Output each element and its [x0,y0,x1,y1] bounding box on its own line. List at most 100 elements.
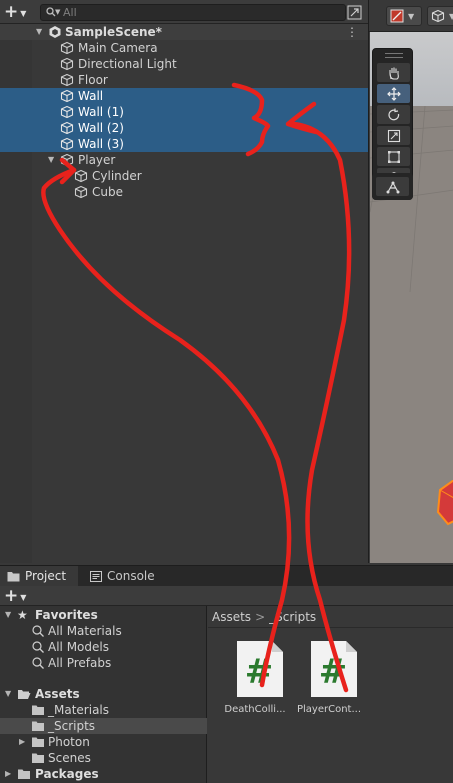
scale-tool-button[interactable] [377,126,410,145]
tree-item-materials[interactable]: _Materials [0,702,207,718]
gameobject-cube-icon [60,73,74,87]
tab-project[interactable]: Project [0,566,78,586]
search-filter-caret-icon: ▼ [55,8,61,16]
gizmo-toggle-button[interactable]: ▼ [386,6,422,26]
scene-name: SampleScene* [65,25,162,39]
breadcrumb-current[interactable]: _Scripts [269,610,316,624]
move-arrows-icon [386,86,401,101]
chevron-down-icon: ▼ [20,8,27,18]
hierarchy-panel: + ▼ ▼ All ▼ SampleScene* ⋮ Main Camera D… [0,0,368,563]
console-icon [90,570,102,582]
search-icon [32,625,44,637]
foldout-collapsed-icon[interactable]: ▶ [5,769,11,778]
tree-item-favorites[interactable]: ▼ ★ Favorites [0,607,207,623]
tree-item-label: Assets [35,687,80,701]
tree-item-label: Photon [48,735,90,749]
hand-icon [388,67,399,80]
gameobject-cube-icon [60,89,74,103]
tree-item-label: All Models [48,640,109,654]
search-icon [32,641,44,653]
chevron-down-icon: ▼ [20,592,27,602]
hierarchy-item-wall-1[interactable]: Wall (1) [0,104,368,120]
hierarchy-item-cylinder[interactable]: Cylinder [0,168,368,184]
tree-item-label: Favorites [35,608,98,622]
move-tool-button[interactable] [377,84,410,103]
tree-item-scripts[interactable]: _Scripts [0,718,207,734]
chevron-right-icon: > [255,609,266,624]
folder-icon [32,721,44,731]
tab-console[interactable]: Console [83,566,163,586]
tree-item-label: All Prefabs [48,656,112,670]
plus-icon: + [4,586,19,606]
hierarchy-toolbar: + ▼ ▼ All [0,0,368,24]
search-icon [32,657,44,669]
tree-item-all-prefabs[interactable]: All Prefabs [0,655,207,671]
chevron-down-icon: ▼ [408,11,415,21]
svg-text:#: # [245,652,274,692]
gameobject-cube-icon [60,41,74,55]
foldout-expanded-icon[interactable]: ▼ [5,610,11,619]
hierarchy-item-label: Wall (1) [78,105,124,119]
hierarchy-item-player[interactable]: ▼ Player [0,152,368,168]
foldout-expanded-icon[interactable]: ▼ [36,27,42,36]
scene-row[interactable]: ▼ SampleScene* ⋮ [0,24,368,40]
gameobject-cube-icon [60,57,74,71]
folder-icon [32,737,44,747]
breadcrumb-assets[interactable]: Assets [212,610,251,624]
create-asset-button[interactable]: + ▼ [4,587,34,605]
csharp-script-icon: # [311,641,357,697]
hierarchy-item-wall-2[interactable]: Wall (2) [0,120,368,136]
custom-tool-palette [372,173,413,200]
star-icon: ★ [17,608,28,622]
asset-player-controller-script[interactable]: # PlayerCont... [292,640,366,720]
tab-label: Console [107,569,155,583]
tree-item-packages[interactable]: ▶ Packages [0,766,207,782]
project-toolbar: + ▼ [0,586,453,606]
tree-item-assets[interactable]: ▼ Assets [0,686,207,702]
tree-item-photon[interactable]: ▶ Photon [0,734,207,750]
rect-tool-button[interactable] [377,147,410,166]
more-options-icon[interactable]: ⋮ [346,26,358,38]
hierarchy-item-label: Main Camera [78,41,158,55]
chevron-down-icon: ▼ [449,11,453,21]
hierarchy-item-wall[interactable]: Wall [0,88,368,104]
asset-label: DeathColli... [224,704,286,715]
hierarchy-item-wall-3[interactable]: Wall (3) [0,136,368,152]
scene-viewport[interactable] [370,32,453,563]
project-panel: Project Console + ▼ ▼ ★ Favorites All Ma… [0,565,453,783]
tree-item-label: All Materials [48,624,122,638]
tree-item-all-models[interactable]: All Models [0,639,207,655]
hand-tool-button[interactable] [377,63,410,82]
hierarchy-item-floor[interactable]: Floor [0,72,368,88]
hierarchy-item-label: Cylinder [92,169,142,183]
gameobject-cube-icon [60,105,74,119]
selected-red-object[interactable] [434,480,453,540]
scene-picking-icon[interactable] [347,5,362,20]
hierarchy-item-directional-light[interactable]: Directional Light [0,56,368,72]
create-dropdown-button[interactable]: + ▼ [4,3,34,21]
tab-label: Project [25,569,67,583]
gameobject-cube-icon [60,121,74,135]
rect-transform-icon [387,150,400,163]
gameobject-cube-icon [60,137,74,151]
gameobject-cube-icon [60,153,74,167]
custom-editor-tool-button[interactable] [376,177,409,196]
tree-item-label: _Materials [48,703,110,717]
asset-death-collision-script[interactable]: # DeathColli... [218,640,292,720]
tree-item-all-materials[interactable]: All Materials [0,623,207,639]
project-folder-tree: ▼ ★ Favorites All Materials All Models A… [0,606,207,783]
palette-grip-icon[interactable] [385,53,403,58]
hierarchy-item-label: Floor [78,73,108,87]
tree-item-scenes[interactable]: Scenes [0,750,207,766]
project-content-area: Assets > _Scripts # DeathColli... # Play… [208,606,453,783]
scene-toolbar: ▼ ▼ [369,0,453,32]
hierarchy-item-main-camera[interactable]: Main Camera [0,40,368,56]
foldout-expanded-icon[interactable]: ▼ [5,689,11,698]
svg-text:#: # [319,652,348,692]
rotate-tool-button[interactable] [377,105,410,124]
foldout-expanded-icon[interactable]: ▼ [48,155,54,164]
hierarchy-search-input[interactable]: ▼ All [40,4,346,21]
shading-mode-button[interactable]: ▼ [427,6,453,26]
hierarchy-item-cube[interactable]: Cube [0,184,368,200]
foldout-collapsed-icon[interactable]: ▶ [19,737,25,746]
